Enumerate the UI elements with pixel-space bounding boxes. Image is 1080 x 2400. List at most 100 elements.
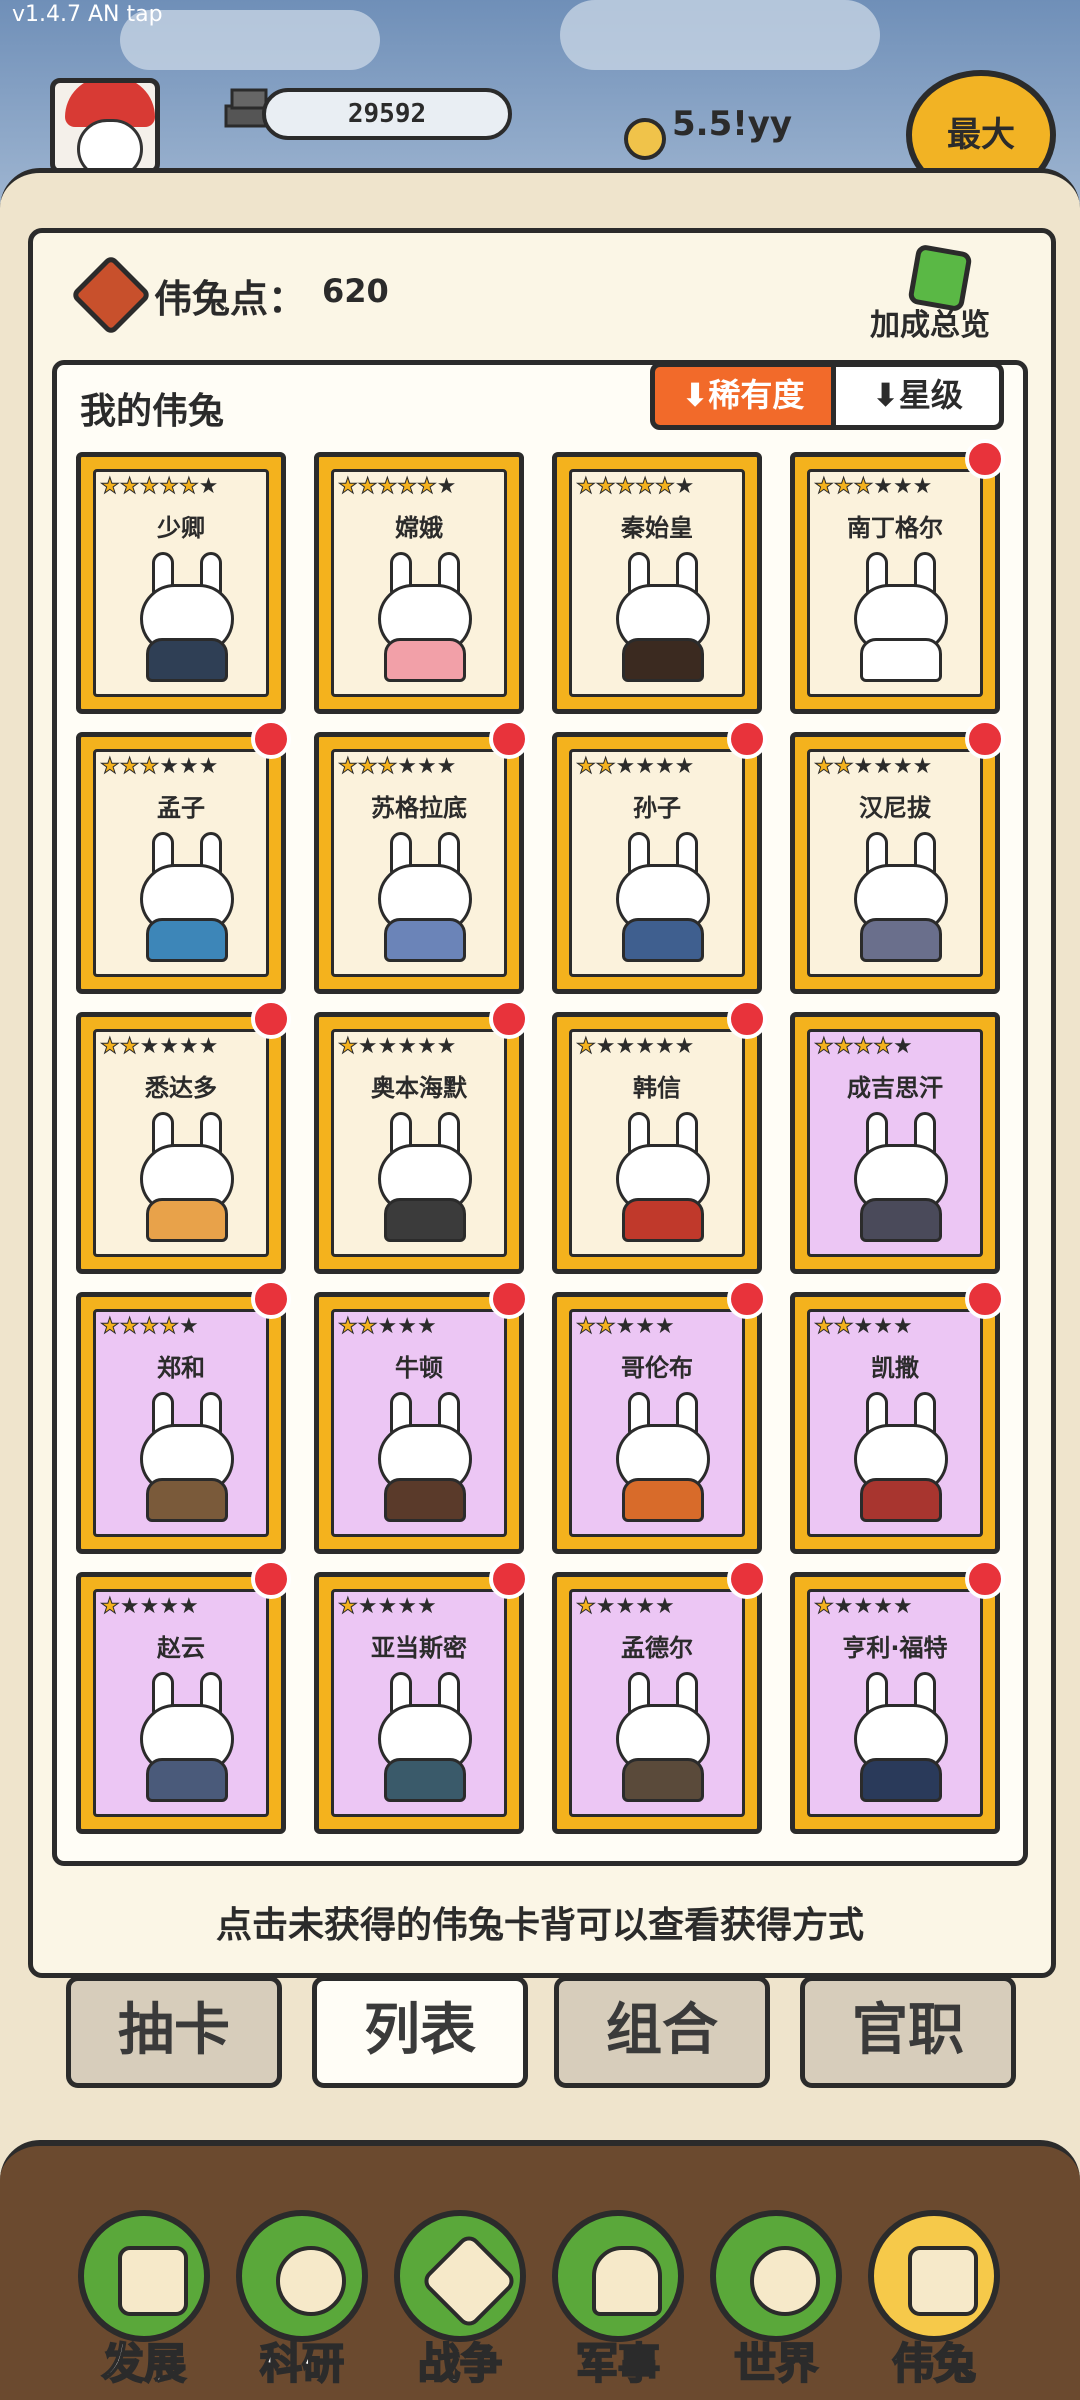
bonus-overview-button[interactable]: 加成总览 (870, 300, 990, 344)
star-icon: ★ (139, 1594, 160, 1619)
nav-label: 军事 (575, 2338, 661, 2389)
character-card[interactable]: ★★★★★ 哥伦布 (552, 1279, 767, 1554)
bunny-portrait (846, 832, 956, 962)
character-card[interactable]: ★★★★★ 赵云 (76, 1559, 291, 1834)
star-icon: ★ (873, 1034, 894, 1060)
notification-dot (727, 1279, 767, 1319)
character-card[interactable]: ★★★★★★ 孙子 (552, 719, 767, 994)
star-icon: ★ (912, 474, 933, 499)
nav-military[interactable]: 军事 (548, 2206, 688, 2389)
star-icon: ★ (595, 1034, 616, 1059)
star-icon: ★ (198, 474, 219, 499)
character-card[interactable]: ★★★★★ 郑和 (76, 1279, 291, 1554)
tab-combo[interactable]: 组合 (554, 1976, 770, 2088)
star-icon: ★ (119, 1034, 140, 1060)
player-avatar[interactable] (50, 78, 160, 174)
points-label: 伟兔点： (154, 277, 307, 321)
character-card[interactable]: ★★★★★★ 孟子 (76, 719, 291, 994)
star-icon: ★ (833, 1314, 854, 1340)
card-name: 牛顿 (395, 1354, 443, 1382)
character-card[interactable]: ★★★★★★ 汉尼拔 (790, 719, 1005, 994)
notification-dot (251, 719, 291, 759)
character-card[interactable]: ★★★★★★ 悉达多 (76, 999, 291, 1274)
character-card[interactable]: ★★★★★★ 秦始皇 (552, 452, 762, 714)
star-rating: ★★★★★★ (814, 754, 933, 780)
star-icon: ★ (178, 474, 199, 500)
star-icon: ★ (853, 1594, 874, 1619)
character-card[interactable]: ★★★★★ 成吉思汗 (790, 1012, 1000, 1274)
star-icon: ★ (100, 1034, 121, 1060)
card-name: 少卿 (157, 514, 205, 542)
character-card[interactable]: ★★★★★ 孟德尔 (552, 1559, 767, 1834)
character-card[interactable]: ★★★★★★ 少卿 (76, 452, 286, 714)
star-icon: ★ (912, 754, 933, 779)
star-icon: ★ (139, 1314, 160, 1340)
tab-official[interactable]: 官职 (800, 1976, 1016, 2088)
star-icon: ★ (833, 1034, 854, 1060)
star-icon: ★ (674, 474, 695, 499)
star-icon: ★ (635, 1594, 655, 1619)
nav-develop[interactable]: 发展 (74, 2206, 214, 2389)
star-icon: ★ (159, 474, 180, 500)
bunny-portrait (132, 1112, 242, 1242)
tab-draw[interactable]: 抽卡 (66, 1976, 282, 2088)
nav-bunny[interactable]: 伟兔 (864, 2206, 1004, 2389)
card-name: 赵云 (157, 1634, 205, 1662)
star-rating: ★★★★★ (814, 1594, 913, 1620)
card-name: 孟德尔 (621, 1634, 693, 1662)
star-icon: ★ (397, 1314, 417, 1339)
character-card[interactable]: ★★★★★ 亚当斯密 (314, 1559, 529, 1834)
sort-rarity-button[interactable]: ⬇稀有度 (650, 362, 836, 430)
version-label: v1.4.7 AN tap (12, 2, 163, 27)
star-icon: ★ (377, 754, 398, 780)
star-rating: ★★★★★★ (814, 474, 933, 500)
star-icon: ★ (853, 754, 874, 779)
nav-war[interactable]: 战争 (390, 2206, 530, 2389)
star-icon: ★ (416, 1034, 437, 1059)
star-icon: ★ (159, 1314, 180, 1340)
star-icon: ★ (615, 754, 636, 779)
star-icon: ★ (654, 474, 675, 500)
tab-list[interactable]: 列表 (312, 1976, 528, 2088)
bunny-portrait (846, 552, 956, 682)
notification-dot (727, 999, 767, 1039)
character-card[interactable]: ★★★★★ 凯撒 (790, 1279, 1005, 1554)
character-card[interactable]: ★★★★★★ 嫦娥 (314, 452, 524, 714)
star-icon: ★ (576, 1034, 597, 1060)
nav-research[interactable]: 科研 (232, 2206, 372, 2389)
notification-dot (489, 1559, 529, 1599)
star-icon: ★ (139, 474, 160, 500)
star-icon: ★ (100, 474, 121, 500)
notification-dot (965, 719, 1005, 759)
character-card[interactable]: ★★★★★ 亨利·福特 (790, 1559, 1005, 1834)
star-icon: ★ (416, 754, 437, 779)
bunny-portrait (846, 1392, 956, 1522)
star-icon: ★ (178, 1314, 199, 1339)
star-rating: ★★★★★ (576, 1314, 675, 1340)
notification-dot (727, 1559, 767, 1599)
star-icon: ★ (814, 754, 835, 780)
character-card[interactable]: ★★★★★★ 苏格拉底 (314, 719, 529, 994)
character-card[interactable]: ★★★★★ 牛顿 (314, 1279, 529, 1554)
star-icon: ★ (377, 1314, 398, 1339)
character-card[interactable]: ★★★★★★ 韩信 (552, 999, 767, 1274)
card-name: 悉达多 (145, 1074, 217, 1102)
star-icon: ★ (814, 1314, 835, 1340)
star-icon: ★ (892, 1034, 913, 1059)
card-name: 凯撒 (871, 1354, 919, 1382)
nav-world[interactable]: 世界 (706, 2206, 846, 2389)
star-icon: ★ (654, 1314, 675, 1339)
star-icon: ★ (635, 1314, 655, 1339)
card-name: 苏格拉底 (371, 794, 467, 822)
character-card[interactable]: ★★★★★★ 奥本海默 (314, 999, 529, 1274)
notification-dot (489, 1279, 529, 1319)
cloud-decoration (560, 0, 880, 70)
star-icon: ★ (178, 1594, 199, 1619)
star-icon: ★ (397, 474, 418, 500)
star-icon: ★ (100, 1314, 121, 1340)
star-icon: ★ (595, 754, 616, 780)
star-icon: ★ (576, 754, 597, 780)
bunny-portrait (370, 1672, 480, 1802)
character-card[interactable]: ★★★★★★ 南丁格尔 (790, 439, 1005, 714)
sort-star-button[interactable]: ⬇星级 (836, 362, 1004, 430)
